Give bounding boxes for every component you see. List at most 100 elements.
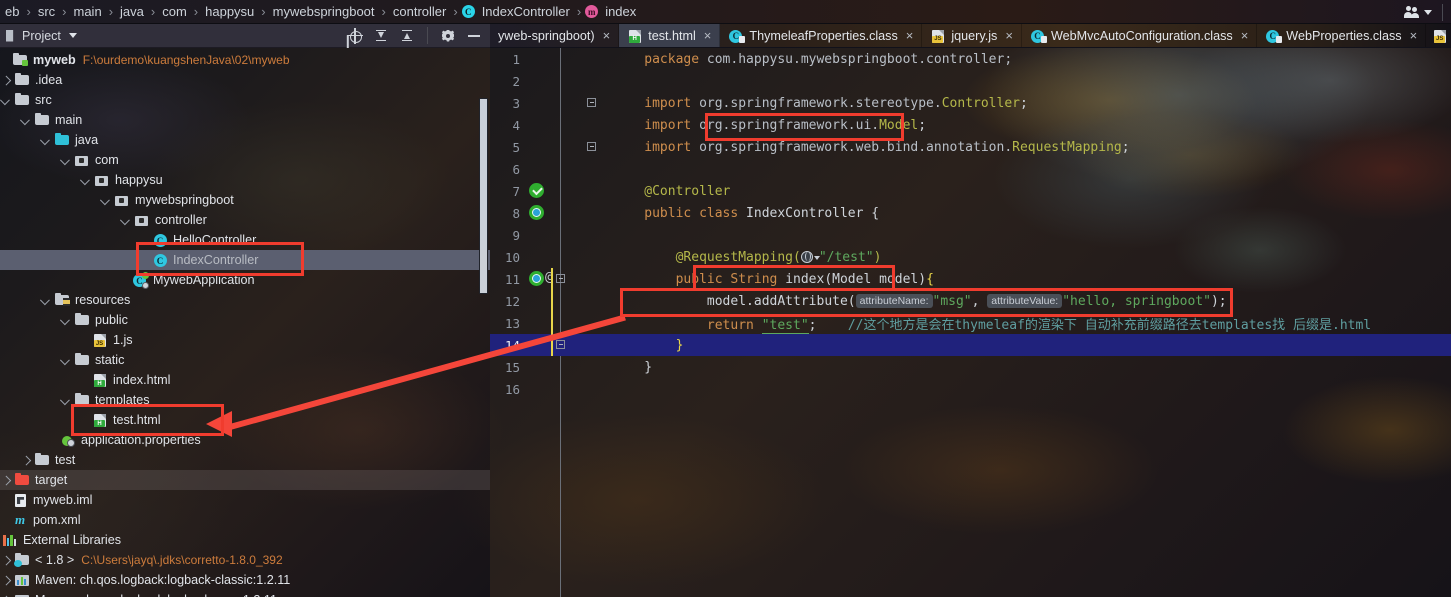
breadcrumb-item-java[interactable]: java › (117, 4, 159, 19)
breadcrumb-item-root[interactable]: eb › (2, 4, 35, 19)
editor-tab-jquery-js[interactable]: JS jquery.js × (922, 24, 1022, 47)
select-opened-file-icon[interactable] (347, 27, 363, 44)
people-icon[interactable] (1404, 5, 1420, 19)
settings-gear-icon[interactable] (440, 28, 456, 44)
spring-bean-gutter-icon[interactable] (529, 183, 544, 198)
editor-tab-webmvcautoconfiguration[interactable]: C WebMvcAutoConfiguration.class × (1022, 24, 1258, 47)
close-icon[interactable]: × (1005, 29, 1013, 42)
tree-item-jdk[interactable]: < 1.8 > C:\Users\jayq\.jdks\corretto-1.8… (0, 550, 490, 570)
chevron-down-icon[interactable] (40, 134, 52, 146)
chevron-right-icon[interactable] (0, 554, 12, 566)
tree-item-target[interactable]: target (0, 470, 490, 490)
code-line[interactable]: 5 import org.springframework.web.bind.an… (490, 136, 1451, 158)
tree-item-pomxml[interactable]: m pom.xml (0, 510, 490, 530)
gutter-cell[interactable] (524, 114, 562, 136)
gutter-cell[interactable] (524, 224, 562, 246)
code-line[interactable]: 1 package com.happysu.mywebspringboot.co… (490, 48, 1451, 70)
chevron-down-icon[interactable] (100, 194, 112, 206)
gutter-cell[interactable] (524, 290, 562, 312)
tree-item-static[interactable]: static (0, 350, 490, 370)
tree-item-myweb[interactable]: myweb F:\ourdemo\kuangshenJava\02\myweb (0, 50, 490, 70)
close-icon[interactable]: × (1241, 29, 1249, 42)
tree-item-external-libraries[interactable]: External Libraries (0, 530, 490, 550)
gutter-cell[interactable] (524, 136, 596, 158)
fold-collapse-icon[interactable] (587, 142, 596, 151)
breadcrumb-item-com[interactable]: com › (159, 4, 202, 19)
gutter-cell[interactable] (524, 92, 596, 114)
breadcrumb-item-happysu[interactable]: happysu › (202, 4, 270, 19)
editor-tab-webproperties[interactable]: C WebProperties.class × (1257, 24, 1427, 47)
spring-bean-gutter-icon[interactable] (529, 205, 544, 220)
gutter-cell[interactable] (524, 246, 562, 268)
chevron-right-icon[interactable] (0, 74, 12, 86)
tree-item-src[interactable]: src (0, 90, 490, 110)
code-editor[interactable]: 1 package com.happysu.mywebspringboot.co… (490, 48, 1451, 597)
close-icon[interactable]: × (906, 29, 914, 42)
editor-tab-springboot[interactable]: yweb-springboot) × (490, 24, 620, 47)
breadcrumb-item-indexcontroller[interactable]: C IndexController › (461, 4, 586, 19)
gutter-cell[interactable] (524, 180, 562, 202)
chevron-down-icon[interactable] (0, 94, 12, 106)
tree-item-maven-logback-core[interactable]: Maven: ch.qos.logback:logback-core:1.2.1… (0, 590, 490, 597)
breadcrumb-item-src[interactable]: src › (35, 4, 71, 19)
gutter-cell[interactable] (524, 312, 562, 334)
tree-item-1js[interactable]: JS 1.js (0, 330, 490, 350)
tree-item-mywebiml[interactable]: myweb.iml (0, 490, 490, 510)
chevron-down-icon[interactable] (20, 114, 32, 126)
breadcrumb-item-index[interactable]: m index (585, 4, 639, 19)
editor-tab-thymeleafproperties[interactable]: C ThymeleafProperties.class × (720, 24, 923, 47)
token-return-value[interactable]: "test" (761, 317, 809, 334)
close-icon[interactable]: × (1410, 29, 1418, 42)
gutter-cell[interactable] (524, 158, 562, 180)
tree-item-resources[interactable]: resources (0, 290, 490, 310)
chevron-right-icon[interactable] (20, 454, 32, 466)
spring-bean-gutter-icon[interactable] (529, 271, 544, 286)
tree-item-idea[interactable]: .idea (0, 70, 490, 90)
gutter-cell[interactable] (524, 48, 562, 70)
chevron-down-icon[interactable] (60, 154, 72, 166)
gutter-cell[interactable] (524, 70, 562, 92)
project-tree-scrollbar[interactable] (479, 98, 488, 294)
tree-item-applicationproperties[interactable]: application.properties (0, 430, 490, 450)
tree-item-mywebspringboot[interactable]: mywebspringboot (0, 190, 490, 210)
project-tool-window-title[interactable]: Project (0, 29, 77, 43)
chevron-down-icon[interactable] (40, 294, 52, 306)
tree-item-public[interactable]: public (0, 310, 490, 330)
tree-item-com[interactable]: com (0, 150, 490, 170)
chevron-down-icon[interactable] (60, 394, 72, 406)
chevron-down-icon[interactable] (60, 354, 72, 366)
breadcrumb-item-main[interactable]: main › (71, 4, 118, 19)
gutter-cell[interactable] (524, 378, 562, 400)
tree-item-happysu[interactable]: happysu (0, 170, 490, 190)
tree-item-indexcontroller[interactable]: C IndexController (0, 250, 490, 270)
tree-item-testhtml[interactable]: H test.html (0, 410, 490, 430)
gutter-cell[interactable] (524, 356, 562, 378)
code-line[interactable]: 15 } (490, 356, 1451, 378)
hide-icon[interactable] (466, 28, 482, 44)
collapse-all-icon[interactable] (399, 28, 415, 44)
chevron-down-icon[interactable] (120, 214, 132, 226)
tree-item-maven-logback-classic[interactable]: Maven: ch.qos.logback:logback-classic:1.… (0, 570, 490, 590)
close-icon[interactable]: × (704, 29, 712, 42)
tree-item-test[interactable]: test (0, 450, 490, 470)
expand-all-icon[interactable] (373, 28, 389, 44)
chevron-right-icon[interactable] (0, 574, 12, 586)
tree-item-controller[interactable]: controller (0, 210, 490, 230)
tree-item-java[interactable]: java (0, 130, 490, 150)
chevron-down-icon[interactable] (80, 174, 92, 186)
editor-tab-test-html[interactable]: H test.html × (619, 24, 721, 47)
chevron-down-icon[interactable] (68, 33, 77, 38)
chevron-down-icon[interactable] (60, 314, 72, 326)
tree-item-templates[interactable]: templates (0, 390, 490, 410)
breadcrumb-item-controller[interactable]: controller › (390, 4, 462, 19)
close-icon[interactable]: × (603, 29, 611, 42)
code-line[interactable]: 16 (490, 378, 1451, 400)
editor-tab-overflow[interactable]: JS (1426, 24, 1451, 47)
tree-item-indexhtml[interactable]: H index.html (0, 370, 490, 390)
tree-item-mywebapplication[interactable]: C MywebApplication (0, 270, 490, 290)
chevron-down-icon[interactable] (1424, 9, 1432, 15)
breadcrumb-item-mywebspringboot[interactable]: mywebspringboot › (270, 4, 390, 19)
tree-item-hellocontroller[interactable]: C HelloController (0, 230, 490, 250)
code-line[interactable]: 8 public class IndexController { (490, 202, 1451, 224)
gutter-cell[interactable] (524, 202, 562, 224)
